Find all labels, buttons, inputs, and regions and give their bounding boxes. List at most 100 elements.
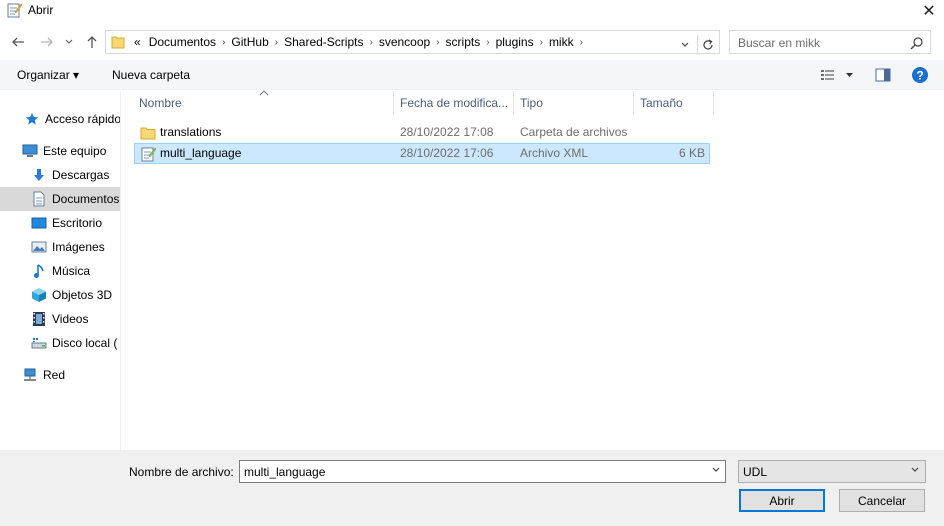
cancel-button[interactable]: Cancelar xyxy=(839,489,925,512)
sidebar-item-documents[interactable]: Documentos xyxy=(0,187,120,211)
open-button[interactable]: Abrir xyxy=(739,489,825,512)
sidebar-item-label: Música xyxy=(52,264,91,278)
search-input[interactable] xyxy=(738,35,908,51)
chevron-right-icon[interactable]: › xyxy=(578,37,585,48)
chevron-right-icon[interactable]: › xyxy=(434,37,441,48)
sidebar-item-videos[interactable]: Videos xyxy=(0,307,120,331)
sidebar-item-label: Disco local ( xyxy=(52,336,118,350)
music-icon xyxy=(31,263,47,279)
file-date: 28/10/2022 17:08 xyxy=(400,125,494,139)
breadcrumb-item[interactable]: GitHub xyxy=(227,35,272,49)
breadcrumb: « Documentos › GitHub › Shared-Scripts ›… xyxy=(130,31,585,53)
breadcrumb-overflow[interactable]: « xyxy=(130,35,145,49)
command-toolbar: Organizar ▾ Nueva carpeta ? xyxy=(0,60,944,90)
folder-icon xyxy=(140,125,156,141)
star-icon xyxy=(24,111,40,127)
cube-icon xyxy=(31,287,47,303)
network-icon xyxy=(22,367,38,383)
breadcrumb-item[interactable]: svencoop xyxy=(375,35,434,49)
footer-panel: Nombre de archivo: UDL Abrir Cancelar xyxy=(0,450,944,526)
file-name: multi_language xyxy=(160,146,242,160)
xml-file-icon xyxy=(140,146,157,162)
sidebar-item-quick-access[interactable]: Acceso rápido xyxy=(0,107,121,131)
filename-label: Nombre de archivo: xyxy=(129,465,234,479)
file-list: Nombre Fecha de modifica... Tipo Tamaño … xyxy=(122,90,944,450)
column-divider[interactable] xyxy=(713,91,714,115)
drive-icon xyxy=(31,335,47,351)
column-header-type[interactable]: Tipo xyxy=(514,91,633,115)
documents-icon xyxy=(31,191,47,207)
table-row[interactable]: translations 28/10/2022 17:08 Carpeta de… xyxy=(134,122,710,143)
column-header-row: Nombre Fecha de modifica... Tipo Tamaño xyxy=(122,90,944,115)
search-icon[interactable] xyxy=(910,36,924,50)
file-name: translations xyxy=(160,125,222,139)
breadcrumb-item[interactable]: plugins xyxy=(492,35,538,49)
help-icon[interactable]: ? xyxy=(910,66,930,84)
sidebar-item-label: Acceso rápido xyxy=(44,112,121,126)
window-title: Abrir xyxy=(28,3,54,17)
chevron-right-icon[interactable]: › xyxy=(367,37,374,48)
address-history-dropdown-icon[interactable] xyxy=(677,36,693,54)
sidebar-item-this-pc[interactable]: Este equipo xyxy=(0,139,120,163)
sidebar-item-music[interactable]: Música xyxy=(0,259,120,283)
chevron-down-icon[interactable] xyxy=(910,465,920,478)
sidebar-item-local-disk[interactable]: Disco local ( xyxy=(0,331,120,355)
computer-icon xyxy=(22,143,38,159)
breadcrumb-item[interactable]: scripts xyxy=(442,35,485,49)
chevron-right-icon[interactable]: › xyxy=(538,37,545,48)
notepad-icon xyxy=(6,2,23,18)
organize-button[interactable]: Organizar ▾ xyxy=(17,68,79,82)
file-type: Archivo XML xyxy=(520,146,589,160)
navigation-pane: Acceso rápido Este equipo Descargas Docu… xyxy=(0,91,121,450)
breadcrumb-item[interactable]: Documentos xyxy=(145,35,220,49)
sidebar-item-label: Videos xyxy=(52,312,89,326)
filetype-select[interactable]: UDL xyxy=(738,460,926,483)
refresh-icon[interactable] xyxy=(697,35,717,55)
sidebar-item-pictures[interactable]: Imágenes xyxy=(0,235,120,259)
close-icon[interactable]: ✕ xyxy=(914,0,944,22)
recent-locations-chevron-icon[interactable] xyxy=(62,32,76,52)
file-date: 28/10/2022 17:06 xyxy=(400,146,494,160)
desktop-icon xyxy=(31,215,47,231)
navigation-bar: « Documentos › GitHub › Shared-Scripts ›… xyxy=(0,28,944,56)
view-grid-icon[interactable] xyxy=(819,66,857,84)
sidebar-item-label: Objetos 3D xyxy=(52,288,113,302)
sidebar-item-3d-objects[interactable]: Objetos 3D xyxy=(0,283,120,307)
sidebar-item-downloads[interactable]: Descargas xyxy=(0,163,120,187)
breadcrumb-item[interactable]: mikk xyxy=(545,35,578,49)
sidebar-item-label: Descargas xyxy=(52,168,110,182)
file-type: Carpeta de archivos xyxy=(520,125,628,139)
new-folder-button[interactable]: Nueva carpeta xyxy=(112,68,190,82)
filename-input[interactable] xyxy=(244,464,694,480)
download-icon xyxy=(31,167,47,183)
up-arrow-icon[interactable] xyxy=(83,32,101,52)
column-header-date[interactable]: Fecha de modifica... xyxy=(394,91,513,115)
forward-arrow-icon[interactable] xyxy=(38,32,56,52)
sidebar-item-label: Este equipo xyxy=(43,144,107,158)
column-header-name[interactable]: Nombre xyxy=(133,91,393,115)
pictures-icon xyxy=(31,239,47,255)
sidebar-item-label: Red xyxy=(43,368,66,382)
folder-icon xyxy=(111,34,125,50)
search-box[interactable] xyxy=(729,30,931,54)
chevron-right-icon[interactable]: › xyxy=(273,37,280,48)
file-size: 6 KB xyxy=(678,146,705,160)
column-header-size[interactable]: Tamaño xyxy=(634,91,713,115)
address-bar[interactable]: « Documentos › GitHub › Shared-Scripts ›… xyxy=(105,30,720,55)
preview-pane-icon[interactable] xyxy=(874,66,892,84)
table-row[interactable]: multi_language 28/10/2022 17:06 Archivo … xyxy=(134,143,710,164)
chevron-right-icon[interactable]: › xyxy=(484,37,491,48)
video-icon xyxy=(31,311,47,327)
breadcrumb-item[interactable]: Shared-Scripts xyxy=(280,35,367,49)
filename-combobox[interactable] xyxy=(239,460,726,483)
back-arrow-icon[interactable] xyxy=(9,32,27,52)
sidebar-item-label: Imágenes xyxy=(52,240,105,254)
sidebar-item-network[interactable]: Red xyxy=(0,363,120,387)
chevron-down-icon[interactable] xyxy=(711,465,721,478)
sidebar-item-label: Documentos xyxy=(52,192,120,206)
title-bar: Abrir ✕ xyxy=(0,0,944,22)
svg-text:?: ? xyxy=(916,69,923,83)
sidebar-item-label: Escritorio xyxy=(52,216,103,230)
sidebar-item-desktop[interactable]: Escritorio xyxy=(0,211,120,235)
chevron-right-icon[interactable]: › xyxy=(220,37,227,48)
